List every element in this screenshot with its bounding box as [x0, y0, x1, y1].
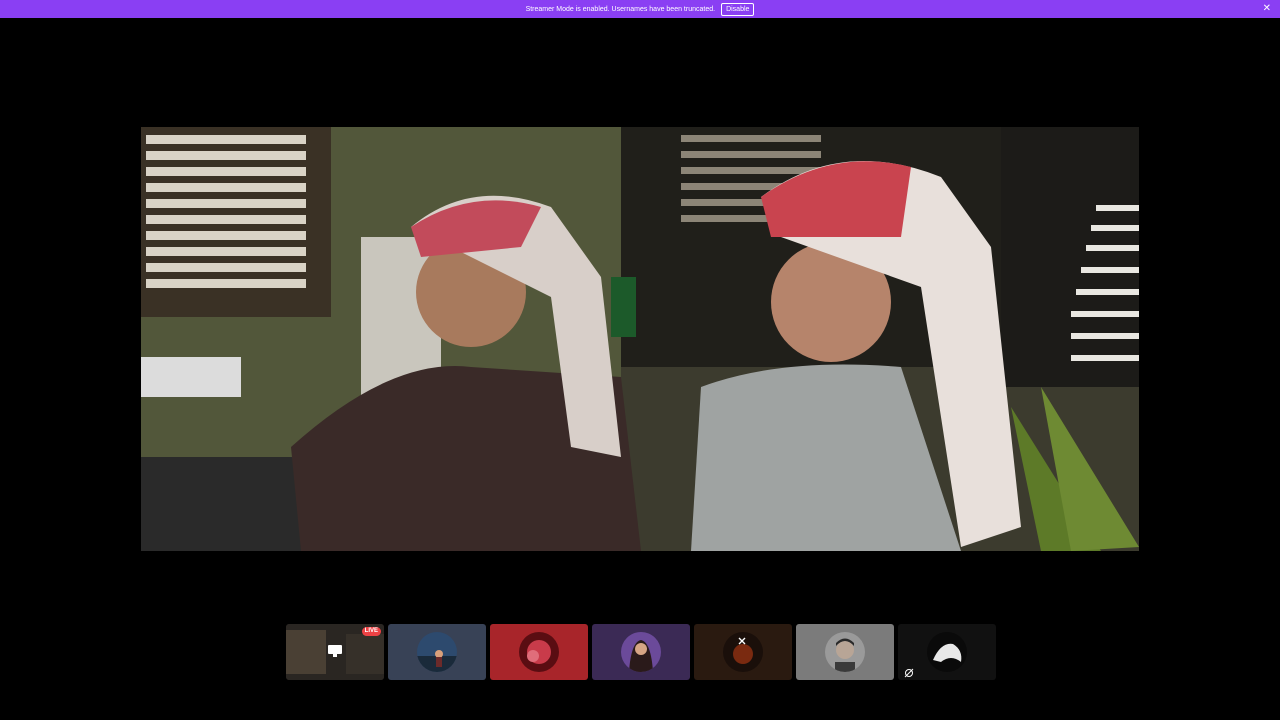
- close-icon[interactable]: ✕: [1263, 3, 1271, 15]
- participant-tile[interactable]: [694, 624, 792, 680]
- streamer-mode-banner: Streamer Mode is enabled. Usernames have…: [0, 0, 1280, 18]
- avatar: [621, 632, 661, 672]
- disable-streamer-mode-button[interactable]: Disable: [721, 2, 755, 16]
- mute-icon: [737, 633, 747, 651]
- streamer-mode-message: Streamer Mode is enabled. Usernames have…: [525, 5, 716, 13]
- call-stage: LIVE: [0, 18, 1280, 720]
- avatar: [927, 632, 967, 672]
- avatar: [519, 632, 559, 672]
- participant-strip: LIVE: [286, 624, 996, 680]
- video-frame: [141, 127, 1139, 551]
- avatar: [417, 632, 457, 672]
- participant-tile[interactable]: [592, 624, 690, 680]
- participant-tile[interactable]: [388, 624, 486, 680]
- participant-tile[interactable]: [490, 624, 588, 680]
- monitor-icon: [328, 644, 342, 662]
- stream-video[interactable]: [141, 127, 1139, 551]
- avatar: [825, 632, 865, 672]
- participant-tile[interactable]: [898, 624, 996, 680]
- live-badge: LIVE: [361, 627, 381, 636]
- participant-tile[interactable]: [796, 624, 894, 680]
- participant-tile-screen-share[interactable]: LIVE: [286, 624, 384, 680]
- deafen-icon: [904, 665, 914, 680]
